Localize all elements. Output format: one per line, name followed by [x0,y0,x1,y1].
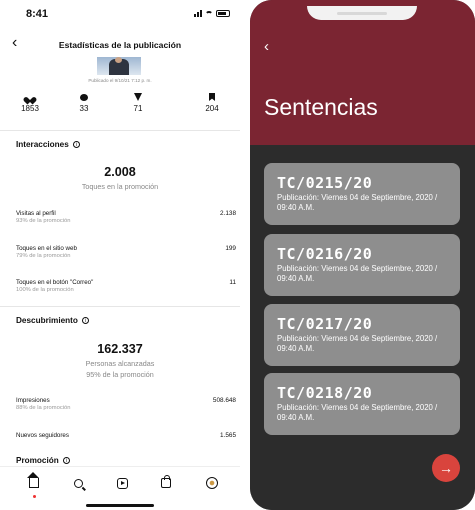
interactions-total-label: Toques en la promoción [81,182,159,191]
profile-icon [206,477,218,489]
stat-row: Nuevos seguidores 1.565 [16,432,236,452]
home-indicator [86,504,154,507]
saves-metric: 204 [192,92,232,113]
info-icon[interactable]: i [62,457,70,465]
discovery-total-sub: 95% de la promoción [86,370,154,379]
stat-sub: 88% de la promoción [16,405,71,411]
stat-value: 199 [225,245,236,252]
wifi-icon [205,11,213,17]
stat-value: 2.138 [220,210,236,217]
divider [0,306,240,307]
sentence-card[interactable]: TC/0215/20 Publicación: Viernes 04 de Se… [264,163,460,225]
signal-icon [194,10,202,17]
published-date: Publicado el 9/10/21 7:12 p. m. [88,78,152,83]
header: ‹ Estadísticas de la publicación [0,32,240,56]
stat-row: Impresiones 88% de la promoción 508.648 [16,397,236,417]
comments-metric: 33 [64,92,104,113]
interactions-heading: Interacciones i [16,140,80,149]
header-area: ‹ Sentencias [250,0,475,145]
phone-frame: ‹ Sentencias TC/0215/20 Publicación: Vie… [250,0,475,510]
sentence-code: TC/0218/20 [277,384,373,402]
notification-dot [33,495,36,498]
stat-label: Toques en el sitio web [16,245,77,252]
stat-label: Impresiones [16,397,50,404]
arrow-right-icon: → [439,460,453,476]
saves-count: 204 [205,104,219,113]
heart-icon [26,94,34,101]
stat-label: Visitas al perfil [16,210,56,217]
sentence-date: Publicación: Viernes 04 de Septiembre, 2… [277,334,438,353]
comment-icon [80,93,88,101]
post-stats-screen: 8:41 ‹ Estadísticas de la publicación Pu… [0,0,240,510]
sentence-code: TC/0217/20 [277,315,373,333]
next-button[interactable]: → [432,454,460,482]
status-time: 8:41 [26,8,49,20]
shares-metric: 71 [118,92,158,113]
stat-row: Toques en el botón "Correo" 100% de la p… [16,279,236,299]
home-icon [27,472,39,488]
interactions-total: 2.008 [104,165,136,179]
discovery-heading: Descubrimiento i [16,316,89,325]
sentence-card[interactable]: TC/0218/20 Publicación: Viernes 04 de Se… [264,373,460,435]
sentence-card[interactable]: TC/0217/20 Publicación: Viernes 04 de Se… [264,304,460,366]
stat-row: Toques en el sitio web 79% de la promoci… [16,245,236,265]
tab-search[interactable] [68,473,88,493]
stat-label: Nuevos seguidores [16,432,69,439]
tab-shop[interactable] [156,473,176,493]
stat-row: Visitas al perfil 93% de la promoción 2.… [16,210,236,230]
tab-home[interactable] [24,472,44,493]
bookmark-icon [209,93,215,101]
sentence-code: TC/0215/20 [277,174,373,192]
sentence-date: Publicación: Viernes 04 de Septiembre, 2… [277,193,438,212]
discovery-total: 162.337 [97,342,143,356]
notch [307,6,417,20]
info-icon[interactable]: i [81,317,89,325]
status-bar: 8:41 [0,0,240,28]
discovery-total-label: Personas alcanzadas [85,359,155,368]
battery-icon [216,10,230,17]
shop-icon [161,475,171,488]
comments-count: 33 [79,104,89,113]
sentencias-screen: ‹ Sentencias TC/0215/20 Publicación: Vie… [250,0,475,510]
sentence-date: Publicación: Viernes 04 de Septiembre, 2… [277,403,438,422]
shares-count: 71 [133,104,143,113]
divider [0,130,240,131]
stat-value: 1.565 [220,432,236,439]
page-title: Estadísticas de la publicación [58,40,182,50]
stat-label: Toques en el botón "Correo" [16,279,94,286]
post-thumbnail[interactable] [97,57,141,75]
back-button[interactable]: ‹ [264,38,269,55]
stat-sub: 79% de la promoción [16,253,71,259]
info-icon[interactable]: i [72,141,80,149]
promotion-heading: Promoción i [16,456,70,465]
stat-sub: 100% de la promoción [16,287,74,293]
tab-profile[interactable] [202,473,222,493]
post-metrics: 1853 33 71 204 [0,92,240,122]
sentence-date: Publicación: Viernes 04 de Septiembre, 2… [277,264,438,283]
tab-reels[interactable] [112,473,132,493]
likes-metric: 1853 [10,92,50,113]
search-icon [73,478,83,488]
sentence-card[interactable]: TC/0216/20 Publicación: Viernes 04 de Se… [264,234,460,296]
page-title: Sentencias [264,94,378,120]
stat-value: 508.648 [212,397,236,404]
reels-icon [116,477,128,489]
stat-value: 11 [229,279,236,286]
stat-sub: 93% de la promoción [16,218,71,224]
send-icon [134,93,142,101]
sentence-code: TC/0216/20 [277,245,373,263]
tab-bar [0,466,240,510]
likes-count: 1853 [21,104,39,113]
status-indicators [194,10,230,17]
